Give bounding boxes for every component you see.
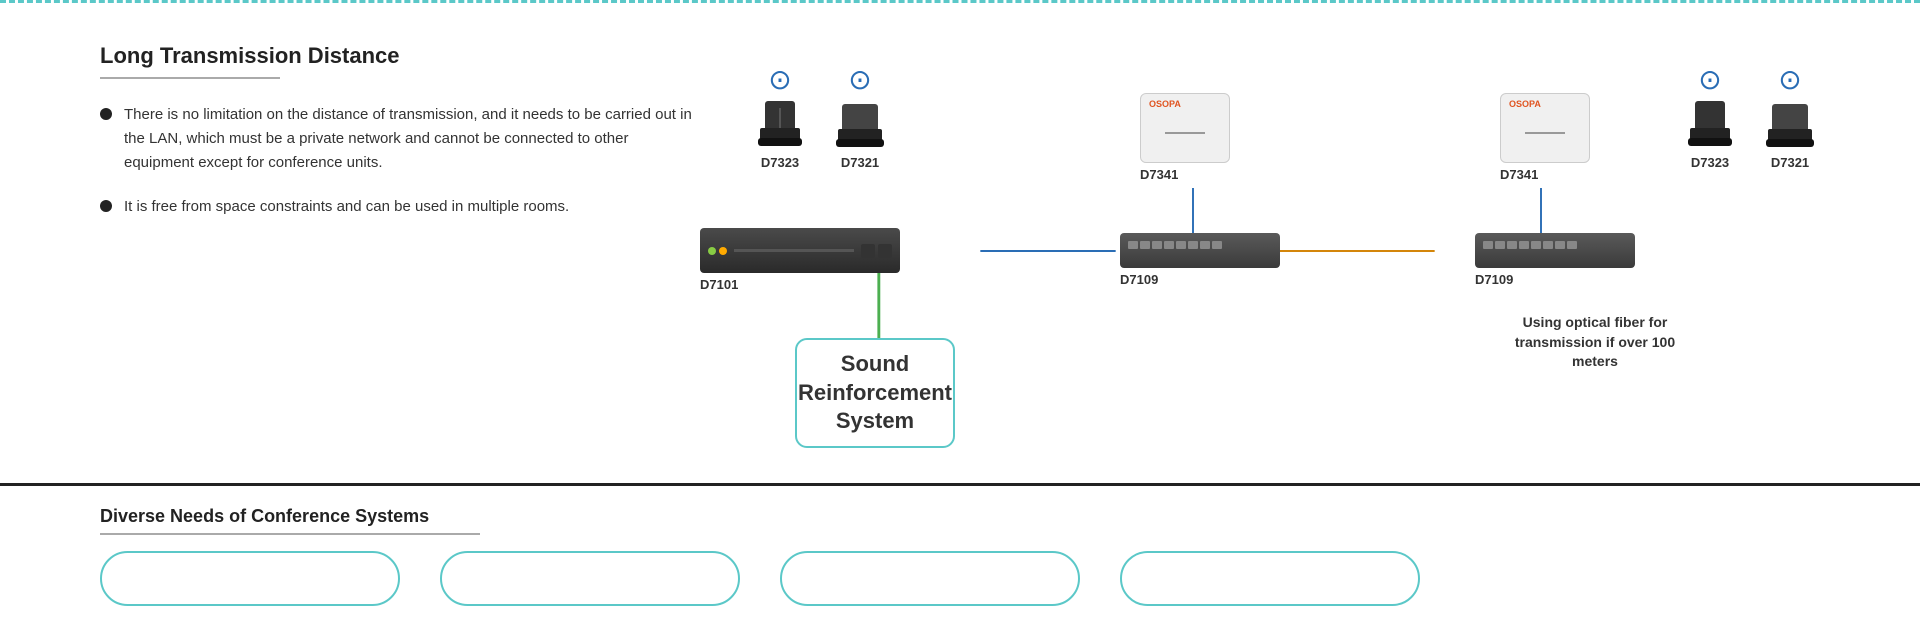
wifi-icon-d7321-right: ⊙ xyxy=(1778,63,1801,96)
d7101-group: D7101 xyxy=(700,228,900,292)
d7323-right-group: ⊙ D7323 xyxy=(1680,63,1740,170)
port xyxy=(1543,241,1553,249)
port xyxy=(1128,241,1138,249)
left-mic-group: ⊙ D7323 ⊙ xyxy=(750,63,890,170)
d7109-left-group: D7109 xyxy=(1120,233,1280,287)
d7109-right-label: D7109 xyxy=(1475,272,1635,287)
title-underline xyxy=(100,77,280,79)
bullet-text-2: It is free from space constraints and ca… xyxy=(124,195,569,219)
ap-left-indicator xyxy=(1165,132,1205,134)
d7341-right-label: D7341 xyxy=(1500,167,1590,182)
sr-line1: Sound xyxy=(841,351,909,376)
bottom-card-2 xyxy=(440,551,740,606)
left-panel: Long Transmission Distance There is no l… xyxy=(100,33,700,463)
d7101-device xyxy=(700,228,900,273)
d7341-left-group: OSOPA D7341 xyxy=(1140,93,1230,182)
bottom-card-3 xyxy=(780,551,1080,606)
bottom-card-1 xyxy=(100,551,400,606)
sr-box-group: Sound Reinforcement System xyxy=(795,338,955,448)
port xyxy=(1567,241,1577,249)
port xyxy=(1140,241,1150,249)
bottom-title: Diverse Needs of Conference Systems xyxy=(100,506,1820,527)
ap-left-brand: OSOPA xyxy=(1149,99,1181,109)
bottom-underline xyxy=(100,533,480,535)
wifi-icon-d7321: ⊙ xyxy=(848,63,871,96)
main-section: Long Transmission Distance There is no l… xyxy=(0,3,1920,483)
bottom-card-4 xyxy=(1120,551,1420,606)
port xyxy=(1531,241,1541,249)
d7109-left-device xyxy=(1120,233,1280,268)
bullet-dot-1 xyxy=(100,108,112,120)
d7109-left-label: D7109 xyxy=(1120,272,1280,287)
d7323-group: ⊙ D7323 xyxy=(750,63,810,170)
port xyxy=(1176,241,1186,249)
wifi-icon-d7323-right: ⊙ xyxy=(1698,63,1721,96)
diagram: ⊙ D7323 ⊙ xyxy=(700,33,1860,463)
wifi-icon-d7323: ⊙ xyxy=(768,63,791,96)
mic-d7323-icon xyxy=(750,96,810,151)
bullet-item-1: There is no limitation on the distance o… xyxy=(100,103,700,175)
sr-text: Sound Reinforcement System xyxy=(798,350,952,436)
d7109-right-group: D7109 xyxy=(1475,233,1635,287)
bullet-text-1: There is no limitation on the distance o… xyxy=(124,103,700,175)
diagram-panel: ⊙ D7323 ⊙ xyxy=(700,33,1860,463)
fiber-note-group: Using optical fiber for transmission if … xyxy=(1495,313,1695,372)
sr-line3: System xyxy=(836,408,914,433)
bullet-dot-2 xyxy=(100,200,112,212)
ap-right-indicator xyxy=(1525,132,1565,134)
d7321-right-label: D7321 xyxy=(1771,155,1809,170)
bottom-cards xyxy=(100,551,1820,606)
d7321-group: ⊙ D7321 xyxy=(830,63,890,170)
d7341-right-group: OSOPA D7341 xyxy=(1500,93,1590,182)
mic-d7321-right-icon xyxy=(1760,96,1820,151)
d7341-right-device: OSOPA xyxy=(1500,93,1590,163)
port xyxy=(1188,241,1198,249)
port xyxy=(1495,241,1505,249)
mic-d7321-icon xyxy=(830,96,890,151)
port xyxy=(1164,241,1174,249)
switch-left-ports xyxy=(1120,233,1280,253)
port xyxy=(1483,241,1493,249)
sr-line2: Reinforcement xyxy=(798,380,952,405)
d7101-label: D7101 xyxy=(700,277,900,292)
sr-box: Sound Reinforcement System xyxy=(795,338,955,448)
d7323-label: D7323 xyxy=(761,155,799,170)
d7341-left-device: OSOPA xyxy=(1140,93,1230,163)
port xyxy=(1200,241,1210,249)
bottom-section: Diverse Needs of Conference Systems xyxy=(0,483,1920,616)
d7321-right-group: ⊙ D7321 xyxy=(1760,63,1820,170)
d7341-left-label: D7341 xyxy=(1140,167,1230,182)
bullet-item-2: It is free from space constraints and ca… xyxy=(100,195,700,219)
d7321-label: D7321 xyxy=(841,155,879,170)
d7109-right-device xyxy=(1475,233,1635,268)
switch-right-ports xyxy=(1475,233,1635,253)
d7323-right-label: D7323 xyxy=(1691,155,1729,170)
section-title: Long Transmission Distance xyxy=(100,43,700,69)
right-mic-group: ⊙ D7323 ⊙ D7321 xyxy=(1680,63,1820,170)
port xyxy=(1555,241,1565,249)
port xyxy=(1507,241,1517,249)
port xyxy=(1212,241,1222,249)
port xyxy=(1152,241,1162,249)
fiber-note-text: Using optical fiber for transmission if … xyxy=(1495,313,1695,372)
port xyxy=(1519,241,1529,249)
mic-d7323-right-icon xyxy=(1680,96,1740,151)
ap-right-brand: OSOPA xyxy=(1509,99,1541,109)
